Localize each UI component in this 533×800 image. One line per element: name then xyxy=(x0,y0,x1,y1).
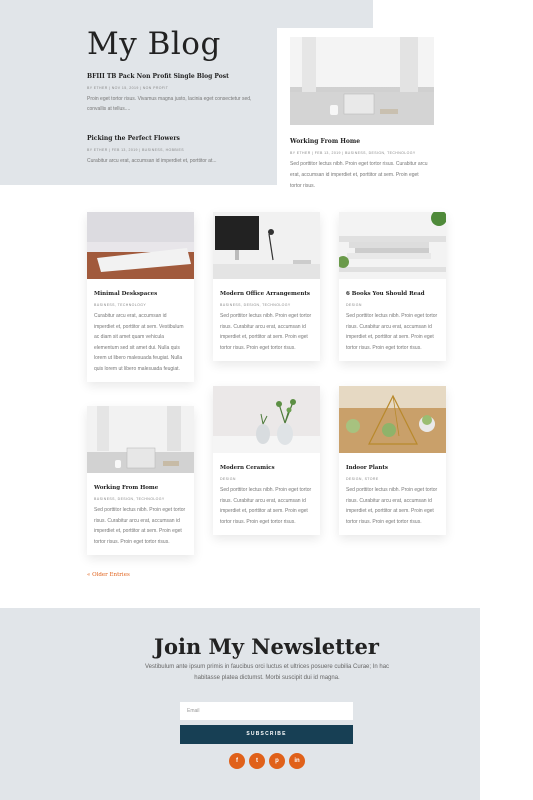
hero-post[interactable]: BFIII TB Pack Non Profit Single Blog Pos… xyxy=(87,73,262,114)
post-excerpt: Sed porttitor lectus nibh. Proin eget to… xyxy=(220,487,312,525)
post-card[interactable]: Modern Ceramics DESIGN Sed porttitor lec… xyxy=(213,386,320,535)
post-image[interactable] xyxy=(87,212,194,279)
post-image[interactable] xyxy=(339,386,446,453)
post-card[interactable]: Indoor Plants DESIGN, STORE Sed porttito… xyxy=(339,386,446,535)
post-excerpt: Sed porttitor lectus nibh. Proin eget to… xyxy=(94,507,186,545)
pinterest-icon[interactable]: p xyxy=(269,753,285,769)
post-image[interactable] xyxy=(87,406,194,473)
post-title[interactable]: Working From Home xyxy=(94,485,187,491)
post-excerpt: Sed porttitor lectus nibh. Proin eget to… xyxy=(346,313,438,351)
post-title[interactable]: Minimal Deskspaces xyxy=(94,291,187,297)
subscribe-button[interactable]: SUBSCRIBE xyxy=(180,725,353,744)
post-image[interactable] xyxy=(213,212,320,279)
post-meta: DESIGN, STORE xyxy=(346,477,379,481)
post-meta: BY ETHER | NOV 15, 2019 | NON PROFIT xyxy=(87,86,169,90)
linkedin-icon[interactable]: in xyxy=(289,753,305,769)
post-title[interactable]: Picking the Perfect Flowers xyxy=(87,135,262,142)
post-meta: DESIGN xyxy=(220,477,236,481)
featured-post-card[interactable]: Working From Home BY ETHER | FEB 13, 201… xyxy=(277,28,442,193)
hero-post[interactable]: Picking the Perfect Flowers BY ETHER | F… xyxy=(87,135,262,166)
post-title[interactable]: 6 Books You Should Read xyxy=(346,291,439,297)
post-excerpt: Curabitur arcu erat, accumsan id imperdi… xyxy=(94,313,184,372)
post-meta: BY ETHER | FEB 13, 2019 | BUSINESS, HOBB… xyxy=(87,148,184,152)
facebook-icon[interactable]: f xyxy=(229,753,245,769)
email-field[interactable] xyxy=(180,702,353,720)
post-card[interactable]: 6 Books You Should Read DESIGN Sed portt… xyxy=(339,212,446,361)
post-excerpt: Sed porttitor lectus nibh. Proin eget to… xyxy=(346,487,438,525)
post-excerpt: Sed porttitor lectus nibh. Proin eget to… xyxy=(220,313,312,351)
featured-post-image[interactable] xyxy=(290,37,434,125)
post-title[interactable]: Working From Home xyxy=(290,138,429,145)
page-title: My Blog xyxy=(87,26,221,62)
post-meta: BUSINESS, TECHNOLOGY xyxy=(94,303,147,307)
older-entries-link[interactable]: « Older Entries xyxy=(87,572,130,578)
post-meta: DESIGN xyxy=(346,303,362,307)
post-meta: BUSINESS, DESIGN, TECHNOLOGY xyxy=(94,497,165,501)
post-card[interactable]: Working From Home BUSINESS, DESIGN, TECH… xyxy=(87,406,194,555)
newsletter-title: Join My Newsletter xyxy=(154,634,379,659)
twitter-icon[interactable]: t xyxy=(249,753,265,769)
post-title[interactable]: Modern Office Arrangements xyxy=(220,291,313,297)
post-image[interactable] xyxy=(213,386,320,453)
post-card[interactable]: Modern Office Arrangements BUSINESS, DES… xyxy=(213,212,320,361)
post-title[interactable]: Indoor Plants xyxy=(346,465,439,471)
post-image[interactable] xyxy=(339,212,446,279)
post-meta: BUSINESS, DESIGN, TECHNOLOGY xyxy=(220,303,291,307)
post-title[interactable]: Modern Ceramics xyxy=(220,465,313,471)
post-meta: BY ETHER | FEB 13, 2019 | BUSINESS, DESI… xyxy=(290,151,416,155)
post-excerpt: Sed porttitor lectus nibh. Proin eget to… xyxy=(290,161,428,189)
newsletter-description: Vestibulum ante ipsum primis in faucibus… xyxy=(144,664,390,681)
post-title[interactable]: BFIII TB Pack Non Profit Single Blog Pos… xyxy=(87,73,262,80)
post-excerpt: Proin eget tortor risus. Vivamus magna j… xyxy=(87,96,252,112)
post-excerpt: Curabitur arcu erat, accumsan id imperdi… xyxy=(87,158,217,164)
post-card[interactable]: Minimal Deskspaces BUSINESS, TECHNOLOGY … xyxy=(87,212,194,382)
